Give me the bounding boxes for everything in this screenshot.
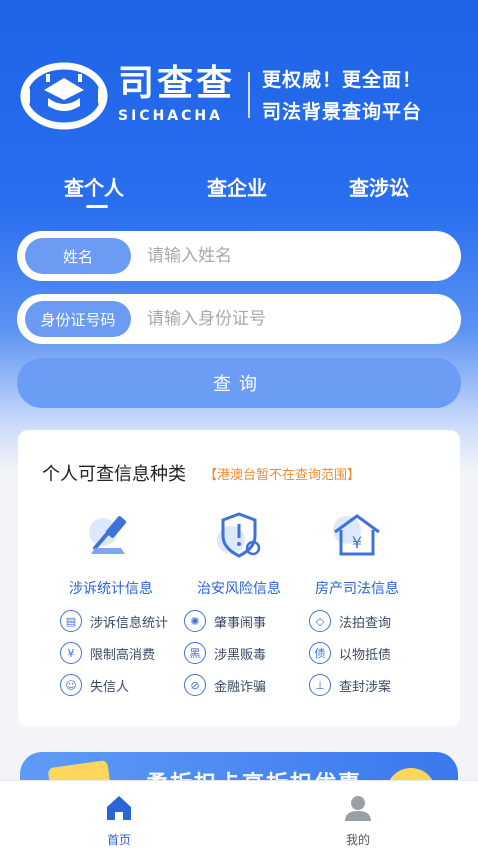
- item-litigation-stats[interactable]: ▤ 涉诉信息统计: [60, 609, 168, 633]
- item-high-consumption-limit[interactable]: ¥ 限制高消费: [60, 641, 155, 665]
- house-yen-icon: ¥: [333, 514, 380, 556]
- tab-litigation[interactable]: 查涉讼: [349, 172, 409, 201]
- category-security-risk[interactable]: 治安风险信息: [174, 510, 304, 598]
- category-property-judicial[interactable]: ¥ 房产司法信息: [292, 510, 422, 598]
- name-field-label: 姓名: [25, 238, 131, 274]
- info-types-card: 个人可查信息种类 【港澳台暂不在查询范围】 涉诉统计信息 治安风险信息 ¥ 房产…: [18, 430, 460, 726]
- restrict-icon: ¥: [60, 642, 82, 664]
- slogan-line-2: 司法背景查询平台: [262, 101, 423, 123]
- id-field-label: 身份证号码: [25, 301, 131, 337]
- item-gang-drugs[interactable]: 黑 涉黑贩毒: [184, 641, 266, 665]
- category-label: 治安风险信息: [197, 581, 281, 597]
- item-label: 限制高消费: [90, 647, 156, 663]
- document-icon: ▤: [60, 610, 82, 632]
- logo-english: SICHACHA: [118, 108, 223, 124]
- slogan-line-1: 更权威！更全面！: [262, 69, 423, 91]
- debt-icon: 债: [309, 642, 331, 664]
- name-field: 姓名: [17, 231, 461, 281]
- fraud-icon: ⊘: [184, 674, 206, 696]
- shield-alert-icon: [217, 512, 261, 558]
- item-label: 涉诉信息统计: [90, 615, 169, 631]
- card-note: 【港澳台暂不在查询范围】: [204, 468, 361, 483]
- item-financial-fraud[interactable]: ⊘ 金融诈骗: [184, 673, 266, 697]
- nav-home[interactable]: 首页: [79, 793, 159, 848]
- nav-mine-label: 我的: [345, 833, 370, 847]
- name-input[interactable]: [147, 246, 461, 266]
- category-label: 房产司法信息: [315, 581, 399, 597]
- item-label: 以物抵债: [339, 647, 392, 663]
- item-label: 涉黑贩毒: [214, 647, 267, 663]
- item-dishonest-person[interactable]: ☺ 失信人: [60, 673, 129, 697]
- tab-active-indicator: [86, 205, 108, 208]
- gavel-icon: [89, 516, 127, 554]
- black-icon: 黑: [184, 642, 206, 664]
- seal-icon: ⊥: [309, 674, 331, 696]
- item-auction-query[interactable]: ◇ 法拍查询: [309, 609, 391, 633]
- brand-divider: [248, 72, 250, 118]
- logo-chinese: 司查查: [118, 63, 236, 104]
- nav-home-label: 首页: [106, 833, 131, 847]
- slogan: 更权威！更全面！ 司法背景查询平台: [262, 64, 422, 128]
- nav-mine[interactable]: 我的: [318, 793, 398, 848]
- id-input[interactable]: [147, 309, 461, 329]
- query-button[interactable]: 查询: [17, 358, 461, 408]
- item-seizure-cases[interactable]: ⊥ 查封涉案: [309, 673, 391, 697]
- brand-header: 司查查 SICHACHA 更权威！更全面！ 司法背景查询平台: [18, 56, 458, 136]
- item-label: 肇事闹事: [214, 615, 267, 631]
- id-field: 身份证号码: [17, 294, 461, 344]
- item-debt-in-kind[interactable]: 债 以物抵债: [309, 641, 391, 665]
- category-litigation-stats[interactable]: 涉诉统计信息: [46, 510, 176, 598]
- svg-text:¥: ¥: [352, 533, 362, 552]
- item-label: 查封涉案: [339, 679, 392, 695]
- card-title: 个人可查信息种类: [42, 464, 186, 485]
- category-label: 涉诉统计信息: [69, 581, 153, 597]
- bottom-nav: 首页 我的: [0, 780, 478, 850]
- home-icon: [107, 796, 131, 820]
- tab-person[interactable]: 查个人: [64, 172, 124, 201]
- item-label: 法拍查询: [339, 615, 392, 631]
- person-icon: ☺: [60, 674, 82, 696]
- user-icon: [345, 796, 371, 821]
- crowd-icon: ✺: [184, 610, 206, 632]
- sichacha-logo-icon: [20, 62, 108, 130]
- tab-company[interactable]: 查企业: [207, 172, 267, 201]
- item-troublemaking[interactable]: ✺ 肇事闹事: [184, 609, 266, 633]
- hammer-icon: ◇: [309, 610, 331, 632]
- item-label: 失信人: [90, 679, 130, 695]
- item-label: 金融诈骗: [214, 679, 267, 695]
